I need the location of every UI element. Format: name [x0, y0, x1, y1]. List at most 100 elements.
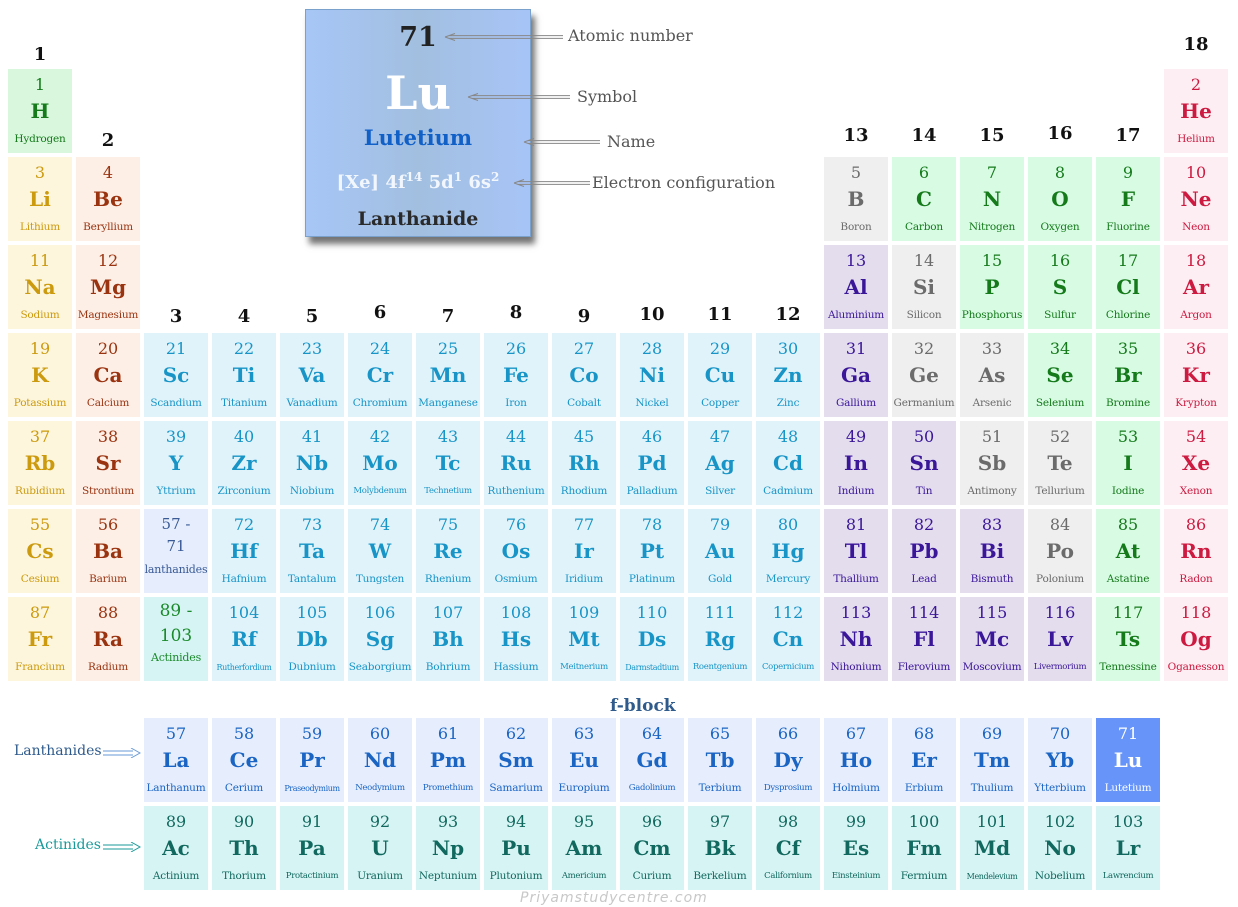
- element-cell-ho[interactable]: 67 Ho Holmium: [824, 718, 888, 802]
- element-cell-mc[interactable]: 115 Mc Moscovium: [960, 597, 1024, 681]
- element-cell-po[interactable]: 84 Po Polonium: [1028, 509, 1092, 593]
- element-cell-sc[interactable]: 21 Sc Scandium: [144, 333, 208, 417]
- element-cell-sb[interactable]: 51 Sb Antimony: [960, 421, 1024, 505]
- element-cell-re[interactable]: 75 Re Rhenium: [416, 509, 480, 593]
- element-cell-db[interactable]: 105 Db Dubnium: [280, 597, 344, 681]
- element-cell-zr[interactable]: 40 Zr Zirconium: [212, 421, 276, 505]
- element-cell-fl[interactable]: 114 Fl Flerovium: [892, 597, 956, 681]
- element-cell-mo[interactable]: 42 Mo Molybdenum: [348, 421, 412, 505]
- element-cell-o[interactable]: 8 O Oxygen: [1028, 157, 1092, 241]
- element-cell-cr[interactable]: 24 Cr Chromium: [348, 333, 412, 417]
- element-cell-li[interactable]: 3 Li Lithium: [8, 157, 72, 241]
- element-cell-h[interactable]: 1 H Hydrogen: [8, 69, 72, 153]
- element-cell-al[interactable]: 13 Al Aluminium: [824, 245, 888, 329]
- element-cell-pt[interactable]: 78 Pt Platinum: [620, 509, 684, 593]
- element-cell-nb[interactable]: 41 Nb Niobium: [280, 421, 344, 505]
- element-cell-pd[interactable]: 46 Pd Palladium: [620, 421, 684, 505]
- element-cell-lu[interactable]: 71 Lu Lutetium: [1096, 718, 1160, 802]
- element-cell-rg[interactable]: 111 Rg Roentgenium: [688, 597, 752, 681]
- element-cell-k[interactable]: 19 K Potassium: [8, 333, 72, 417]
- element-cell-mn[interactable]: 25 Mn Manganese: [416, 333, 480, 417]
- element-cell-sm[interactable]: 62 Sm Samarium: [484, 718, 548, 802]
- element-cell-se[interactable]: 34 Se Selenium: [1028, 333, 1092, 417]
- element-cell-at[interactable]: 85 At Astatine: [1096, 509, 1160, 593]
- element-cell-s[interactable]: 16 S Sulfur: [1028, 245, 1092, 329]
- element-cell-os[interactable]: 76 Os Osmium: [484, 509, 548, 593]
- element-cell-ru[interactable]: 44 Ru Ruthenium: [484, 421, 548, 505]
- element-cell-fe[interactable]: 26 Fe Iron: [484, 333, 548, 417]
- element-cell-ne[interactable]: 10 Ne Neon: [1164, 157, 1228, 241]
- element-cell-np[interactable]: 93 Np Neptunium: [416, 806, 480, 890]
- element-cell-in[interactable]: 49 In Indium: [824, 421, 888, 505]
- element-cell-md[interactable]: 101 Md Mendelevium: [960, 806, 1024, 890]
- element-cell-ag[interactable]: 47 Ag Silver: [688, 421, 752, 505]
- element-cell-rf[interactable]: 104 Rf Rutherfordium: [212, 597, 276, 681]
- element-cell-eu[interactable]: 63 Eu Europium: [552, 718, 616, 802]
- element-cell-lv[interactable]: 116 Lv Livermorium: [1028, 597, 1092, 681]
- element-cell-lr[interactable]: 103 Lr Lawrencium: [1096, 806, 1160, 890]
- element-cell-be[interactable]: 4 Be Beryllium: [76, 157, 140, 241]
- element-cell-nd[interactable]: 60 Nd Neodymium: [348, 718, 412, 802]
- element-cell-ge[interactable]: 32 Ge Germanium: [892, 333, 956, 417]
- element-cell-cu[interactable]: 29 Cu Copper: [688, 333, 752, 417]
- element-cell-xe[interactable]: 54 Xe Xenon: [1164, 421, 1228, 505]
- element-cell-f[interactable]: 9 F Fluorine: [1096, 157, 1160, 241]
- element-cell-te[interactable]: 52 Te Tellurium: [1028, 421, 1092, 505]
- element-cell-fr[interactable]: 87 Fr Francium: [8, 597, 72, 681]
- element-cell-yb[interactable]: 70 Yb Ytterbium: [1028, 718, 1092, 802]
- element-cell-ir[interactable]: 77 Ir Iridium: [552, 509, 616, 593]
- element-cell-bi[interactable]: 83 Bi Bismuth: [960, 509, 1024, 593]
- element-cell-cs[interactable]: 55 Cs Cesium: [8, 509, 72, 593]
- actinides-placeholder[interactable]: 89 - 103 Actinides: [144, 597, 208, 681]
- element-cell-nh[interactable]: 113 Nh Nihonium: [824, 597, 888, 681]
- element-cell-pm[interactable]: 61 Pm Promethium: [416, 718, 480, 802]
- element-cell-c[interactable]: 6 C Carbon: [892, 157, 956, 241]
- element-cell-hs[interactable]: 108 Hs Hassium: [484, 597, 548, 681]
- element-cell-sr[interactable]: 38 Sr Strontium: [76, 421, 140, 505]
- element-cell-kr[interactable]: 36 Kr Krypton: [1164, 333, 1228, 417]
- element-cell-na[interactable]: 11 Na Sodium: [8, 245, 72, 329]
- element-cell-u[interactable]: 92 U Uranium: [348, 806, 412, 890]
- element-cell-rn[interactable]: 86 Rn Radon: [1164, 509, 1228, 593]
- element-cell-n[interactable]: 7 N Nitrogen: [960, 157, 1024, 241]
- lanthanides-placeholder[interactable]: 57 - 71 lanthanides: [144, 509, 208, 593]
- element-cell-pa[interactable]: 91 Pa Protactinium: [280, 806, 344, 890]
- element-cell-pb[interactable]: 82 Pb Lead: [892, 509, 956, 593]
- element-cell-mg[interactable]: 12 Mg Magnesium: [76, 245, 140, 329]
- element-cell-va[interactable]: 23 Va Vanadium: [280, 333, 344, 417]
- element-cell-ti[interactable]: 22 Ti Titanium: [212, 333, 276, 417]
- element-cell-tm[interactable]: 69 Tm Thulium: [960, 718, 1024, 802]
- element-cell-au[interactable]: 79 Au Gold: [688, 509, 752, 593]
- element-cell-sg[interactable]: 106 Sg Seaborgium: [348, 597, 412, 681]
- element-cell-ts[interactable]: 117 Ts Tennessine: [1096, 597, 1160, 681]
- element-cell-zn[interactable]: 30 Zn Zinc: [756, 333, 820, 417]
- element-cell-cd[interactable]: 48 Cd Cadmium: [756, 421, 820, 505]
- element-cell-th[interactable]: 90 Th Thorium: [212, 806, 276, 890]
- element-cell-ca[interactable]: 20 Ca Calcium: [76, 333, 140, 417]
- element-cell-og[interactable]: 118 Og Oganesson: [1164, 597, 1228, 681]
- element-cell-mt[interactable]: 109 Mt Meitnerium: [552, 597, 616, 681]
- element-cell-ga[interactable]: 31 Ga Gallium: [824, 333, 888, 417]
- element-cell-gd[interactable]: 64 Gd Gadolinium: [620, 718, 684, 802]
- element-cell-pu[interactable]: 94 Pu Plutonium: [484, 806, 548, 890]
- element-cell-i[interactable]: 53 I Iodine: [1096, 421, 1160, 505]
- element-cell-es[interactable]: 99 Es Einsteinium: [824, 806, 888, 890]
- element-cell-dy[interactable]: 66 Dy Dysprosium: [756, 718, 820, 802]
- element-cell-sn[interactable]: 50 Sn Tin: [892, 421, 956, 505]
- element-cell-br[interactable]: 35 Br Bromine: [1096, 333, 1160, 417]
- element-cell-am[interactable]: 95 Am Americium: [552, 806, 616, 890]
- element-cell-ba[interactable]: 56 Ba Barium: [76, 509, 140, 593]
- element-cell-hf[interactable]: 72 Hf Hafnium: [212, 509, 276, 593]
- element-cell-tl[interactable]: 81 Tl Thallium: [824, 509, 888, 593]
- element-cell-ce[interactable]: 58 Ce Cerium: [212, 718, 276, 802]
- element-cell-pr[interactable]: 59 Pr Praseodymium: [280, 718, 344, 802]
- element-cell-la[interactable]: 57 La Lanthanum: [144, 718, 208, 802]
- element-cell-rb[interactable]: 37 Rb Rubidium: [8, 421, 72, 505]
- element-cell-ac[interactable]: 89 Ac Actinium: [144, 806, 208, 890]
- element-cell-cn[interactable]: 112 Cn Copernicium: [756, 597, 820, 681]
- element-cell-tc[interactable]: 43 Tc Technetium: [416, 421, 480, 505]
- element-cell-si[interactable]: 14 Si Silicon: [892, 245, 956, 329]
- element-cell-he[interactable]: 2 He Helium: [1164, 69, 1228, 153]
- element-cell-ni[interactable]: 28 Ni Nickel: [620, 333, 684, 417]
- element-cell-ta[interactable]: 73 Ta Tantalum: [280, 509, 344, 593]
